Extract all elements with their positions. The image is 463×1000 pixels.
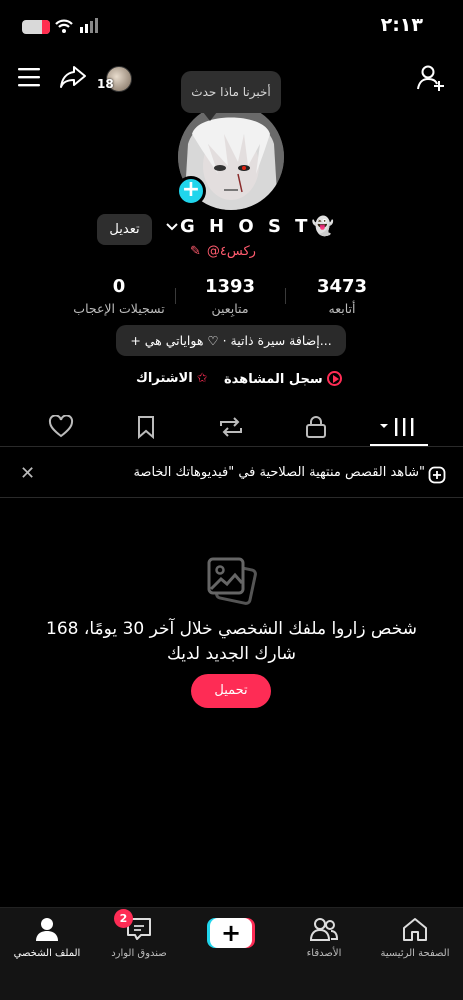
stat-following-value: 3473 <box>316 276 368 297</box>
stat-likes-value: 0 <box>112 276 126 297</box>
star-icon: ✩ <box>196 371 208 386</box>
add-story-button[interactable]: + <box>176 176 206 206</box>
stat-following-label: أتابعه <box>328 301 356 316</box>
add-bio-button[interactable]: + إضافة سيرة ذاتية · ♡ هواياتي هي... <box>116 325 346 356</box>
stat-likes[interactable]: 0 تسجيلات الإعجاب <box>59 276 179 316</box>
friends-icon <box>309 918 339 941</box>
banner-text: شاهد القصص منتهية الصلاحية في "فيديوهاتك… <box>133 465 425 480</box>
chevron-down-icon[interactable] <box>166 216 178 237</box>
tab-liked[interactable] <box>31 410 91 444</box>
videos-grid-icon <box>380 418 414 436</box>
profile-icon <box>36 918 58 941</box>
nav-inbox[interactable]: صندوق الوارد <box>94 916 184 959</box>
pencil-icon[interactable]: ✎ <box>190 244 201 259</box>
add-user-icon[interactable] <box>417 64 447 92</box>
stat-following[interactable]: 3473 أتابعه <box>282 276 402 316</box>
nav-profile-label: الملف الشخصي <box>13 948 81 959</box>
nav-profile[interactable]: الملف الشخصي <box>2 916 92 959</box>
nav-inbox-label: صندوق الوارد <box>111 948 167 959</box>
profile-visits-message: 168 شخص زاروا ملفك الشخصي خلال آخر 30 يو… <box>46 619 417 664</box>
edit-profile-button[interactable]: تعديل <box>97 214 152 245</box>
tab-reposts[interactable] <box>201 410 261 444</box>
add-circle-icon <box>428 466 446 484</box>
nav-friends-label: الأصدقاء <box>306 948 342 959</box>
stat-likes-label: تسجيلات الإعجاب <box>73 301 165 316</box>
nav-friends[interactable]: الأصدقاء <box>279 916 369 959</box>
bottom-nav: الصفحة الرئيسية الأصدقاء + صندوق الوارد … <box>0 907 463 1000</box>
nav-home[interactable]: الصفحة الرئيسية <box>370 916 460 959</box>
banner-divider <box>0 497 463 498</box>
stat-followers-label: متابِعين <box>211 301 249 316</box>
tab-videos[interactable] <box>369 410 429 444</box>
wifi-icon <box>55 19 73 33</box>
display-name-text: G H O S T👻 <box>180 216 338 237</box>
status-time: ٢:١٣ <box>380 14 423 36</box>
menu-icon[interactable] <box>18 66 42 88</box>
bookmark-icon <box>138 416 154 439</box>
create-button[interactable]: + <box>207 918 255 948</box>
notification-count: 18 <box>97 77 114 91</box>
create-icon: + <box>210 918 252 948</box>
subscription-label: الاشتراك <box>136 371 193 386</box>
nav-home-label: الصفحة الرئيسية <box>380 948 450 959</box>
upload-button[interactable]: تحميل <box>191 674 271 708</box>
watch-history-label: سجل المشاهدة <box>224 372 323 387</box>
heart-icon <box>48 415 74 438</box>
signal-icon <box>80 18 98 33</box>
username-handle[interactable]: ✎ @ركس٤ <box>190 244 300 259</box>
home-icon <box>403 918 427 941</box>
inbox-badge: 2 <box>114 909 133 928</box>
lock-icon <box>306 416 326 438</box>
tab-divider <box>0 446 463 447</box>
handle-text: @ركس٤ <box>206 244 256 259</box>
display-name[interactable]: G H O S T👻 <box>166 216 334 237</box>
tab-private[interactable] <box>286 410 346 444</box>
play-circle-icon <box>326 371 342 386</box>
status-bar: ٢:١٣ <box>0 0 463 56</box>
subscription-link[interactable]: الاشتراك ✩ <box>136 371 208 386</box>
stat-followers[interactable]: 1393 متابِعين <box>170 276 290 316</box>
stat-followers-value: 1393 <box>204 276 256 297</box>
battery-icon <box>22 20 50 34</box>
tab-saved[interactable] <box>116 410 176 444</box>
avatar-tooltip[interactable]: أخبرنا ماذا حدث <box>181 71 281 121</box>
close-icon[interactable]: ✕ <box>20 463 35 484</box>
photo-icon <box>207 557 257 605</box>
watch-history-link[interactable]: سجل المشاهدة <box>224 371 342 387</box>
repost-icon <box>220 417 242 437</box>
share-icon[interactable] <box>59 64 87 90</box>
expired-stories-banner[interactable]: ✕ شاهد القصص منتهية الصلاحية في "فيديوها… <box>0 455 463 495</box>
